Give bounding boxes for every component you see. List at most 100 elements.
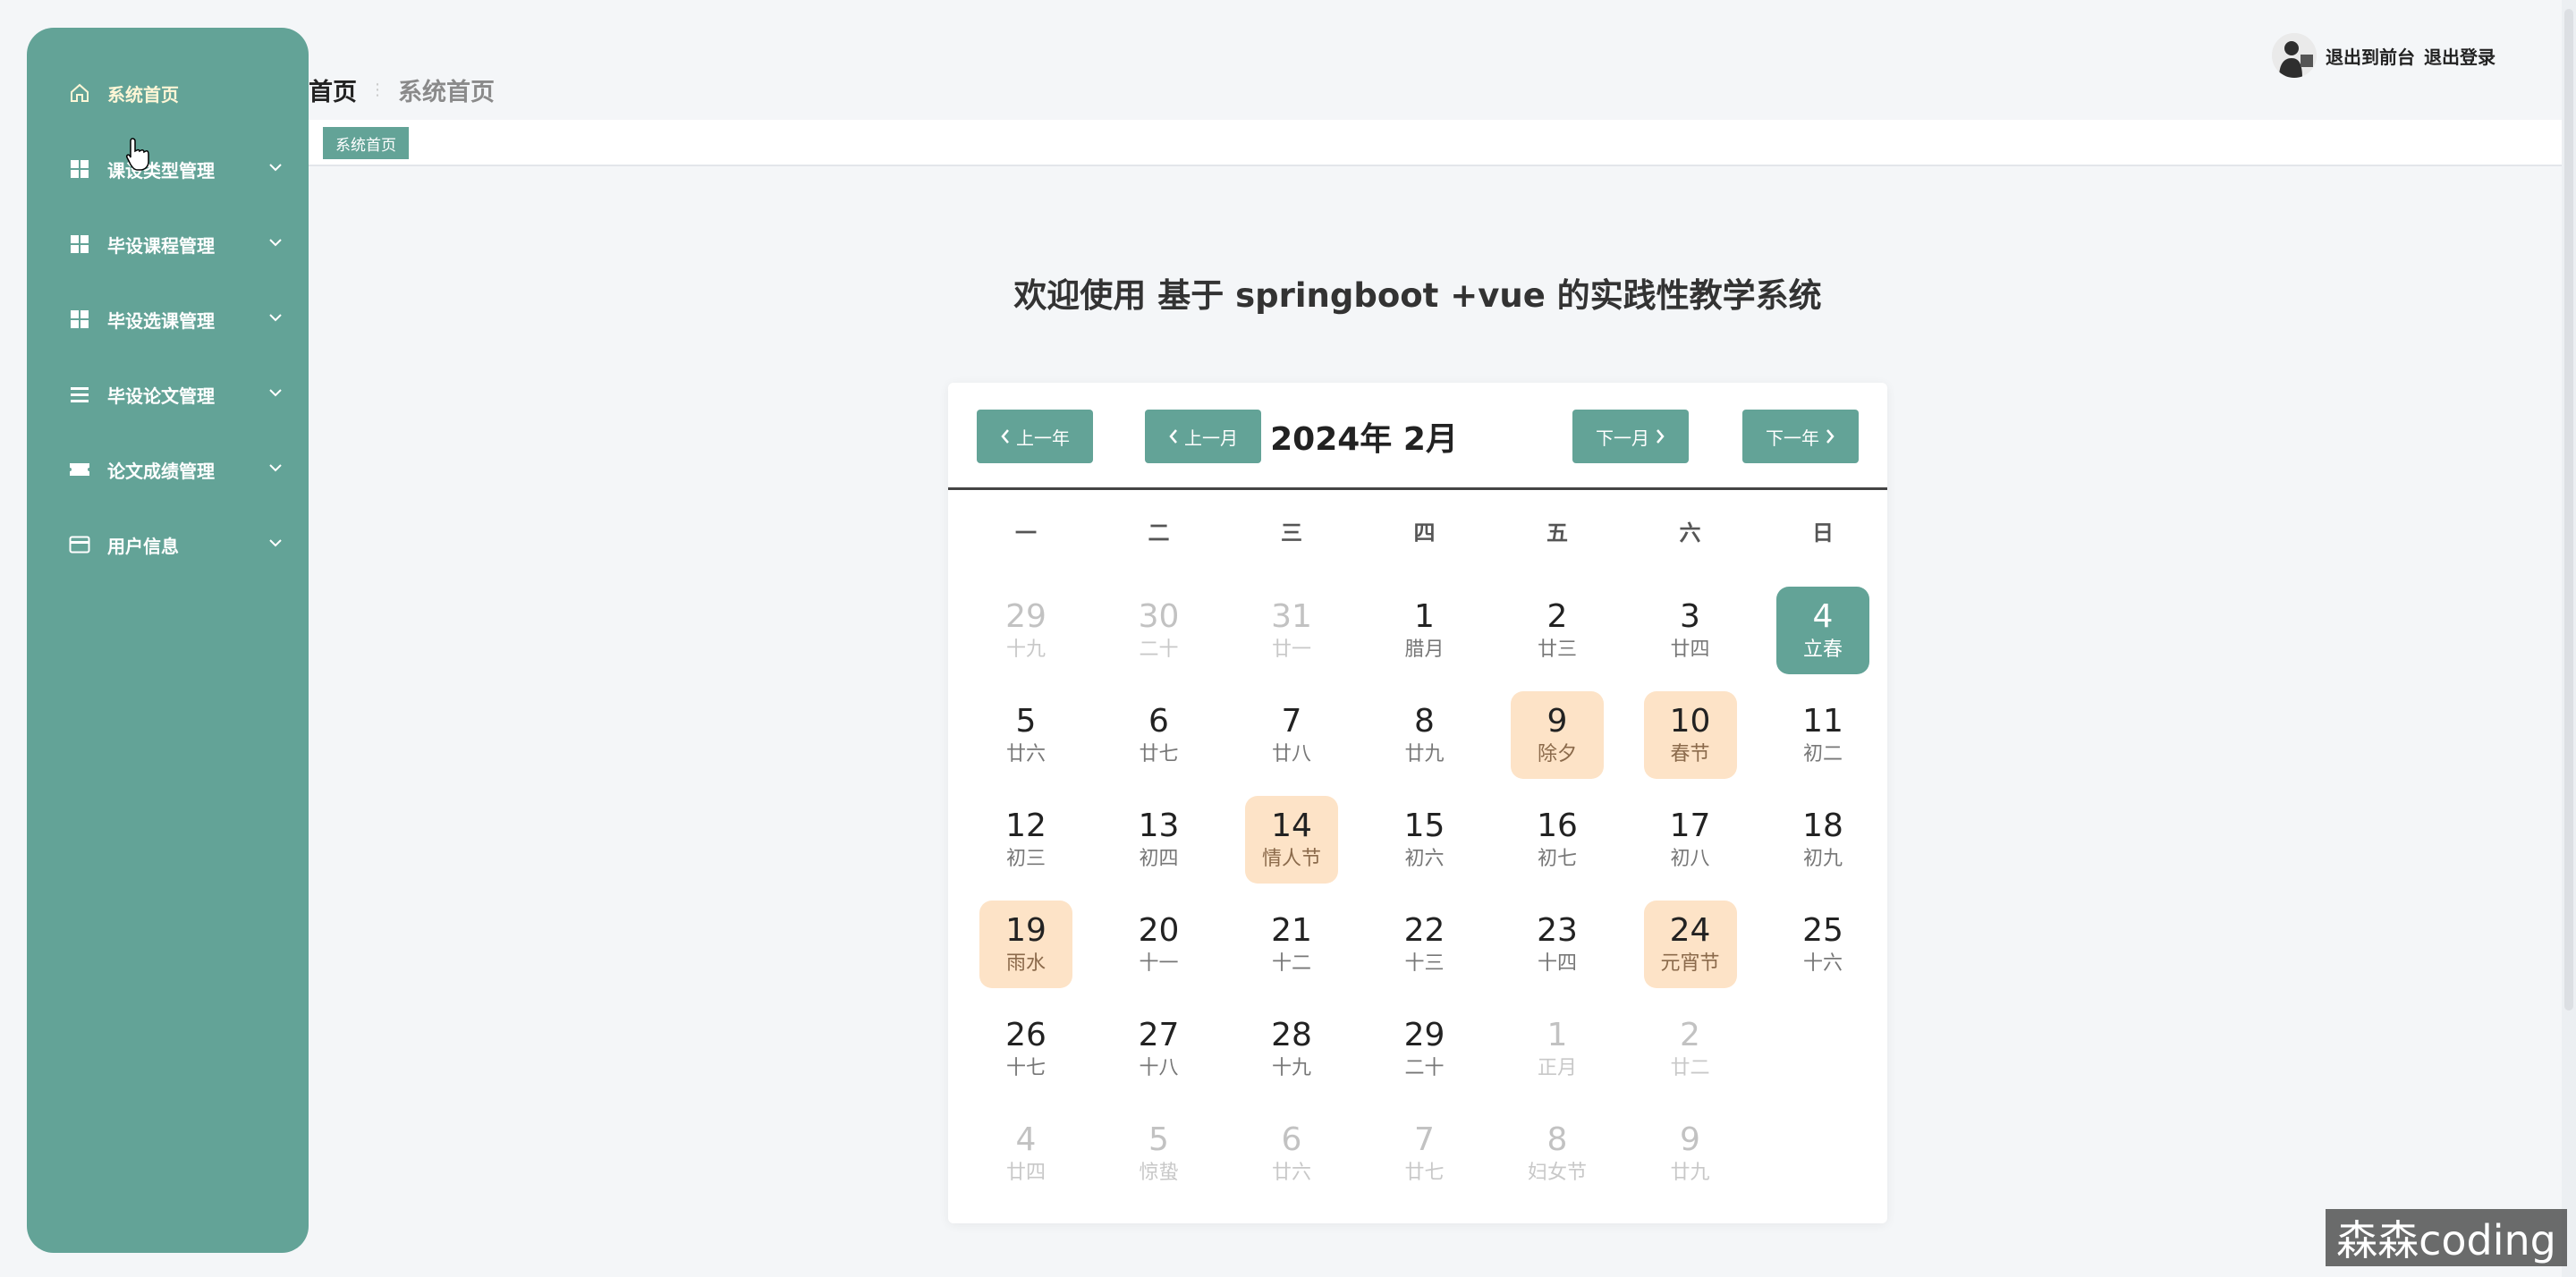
- calendar-day[interactable]: 2 廿三: [1511, 587, 1604, 674]
- calendar-day[interactable]: 5 廿六: [979, 691, 1072, 779]
- sidebar-item-course-selection[interactable]: 毕设选课管理: [27, 292, 309, 346]
- calendar-day[interactable]: 5 惊蛰: [1113, 1110, 1206, 1197]
- day-number: 20: [1138, 912, 1180, 949]
- calendar-day[interactable]: 30 二十: [1113, 587, 1206, 674]
- calendar-day[interactable]: 11 初二: [1776, 691, 1869, 779]
- sidebar-item-label: 毕设选课管理: [107, 309, 215, 332]
- day-number: 6: [1148, 703, 1169, 740]
- weekday-label: 二: [1148, 520, 1170, 545]
- calendar-day-today[interactable]: 4 立春: [1776, 587, 1869, 674]
- scrollbar[interactable]: [2562, 0, 2576, 1277]
- calendar-day[interactable]: 9 除夕: [1511, 691, 1604, 779]
- day-number: 8: [1546, 1121, 1568, 1158]
- calendar-day[interactable]: 28 十九: [1245, 1005, 1338, 1093]
- weekday-label: 日: [1812, 520, 1834, 545]
- hand-cursor-icon: [126, 138, 149, 171]
- day-lunar-label: 腊月: [1404, 638, 1445, 661]
- back-to-frontend-link[interactable]: 退出到前台: [2326, 43, 2415, 69]
- calendar-day[interactable]: 12 初三: [979, 796, 1072, 884]
- calendar-day[interactable]: [1776, 1110, 1869, 1197]
- day-lunar-label: 初六: [1404, 848, 1445, 870]
- day-lunar-label: 十二: [1271, 952, 1311, 975]
- calendar-day[interactable]: 29 十九: [979, 587, 1072, 674]
- tags-bar: 系统首页: [309, 120, 2563, 166]
- sidebar-item-course[interactable]: 毕设课程管理: [27, 217, 309, 271]
- calendar-day[interactable]: 10 春节: [1643, 691, 1737, 779]
- tag-home[interactable]: 系统首页: [323, 127, 409, 159]
- breadcrumb-home[interactable]: 首页: [309, 72, 357, 107]
- calendar-day[interactable]: 29 二十: [1378, 1005, 1471, 1093]
- calendar-day[interactable]: 15 初六: [1378, 796, 1471, 884]
- calendar-day[interactable]: 20 十一: [1113, 901, 1206, 988]
- calendar-day[interactable]: 31 廿一: [1245, 587, 1338, 674]
- chevron-left-icon: [1001, 429, 1009, 444]
- next-year-button[interactable]: 下一年: [1742, 410, 1859, 463]
- weekday-label: 六: [1679, 520, 1701, 545]
- chevron-down-icon: [269, 464, 282, 472]
- chevron-left-icon: [1169, 429, 1177, 444]
- day-lunar-label: 廿一: [1271, 638, 1311, 661]
- day-lunar-label: 初九: [1802, 848, 1843, 870]
- calendar-day[interactable]: 23 十四: [1511, 901, 1604, 988]
- calendar-day[interactable]: 24 元宵节: [1643, 901, 1737, 988]
- sidebar: 系统首页 课设类型管理 毕设课程管理 毕设选课管理 毕设论文管理 论文成绩管理: [27, 28, 309, 1253]
- calendar-day[interactable]: 7 廿七: [1378, 1110, 1471, 1197]
- calendar-day[interactable]: 8 妇女节: [1511, 1110, 1604, 1197]
- day-lunar-label: 十一: [1139, 952, 1179, 975]
- weekday-label: 五: [1546, 520, 1568, 545]
- calendar-day[interactable]: 14 情人节: [1245, 796, 1338, 884]
- sidebar-item-course-type[interactable]: 课设类型管理: [27, 142, 309, 196]
- sidebar-item-label: 论文成绩管理: [107, 460, 215, 482]
- day-number: 10: [1669, 703, 1711, 740]
- day-lunar-label: 初二: [1802, 743, 1843, 765]
- calendar-day[interactable]: 8 廿九: [1378, 691, 1471, 779]
- calendar-day[interactable]: [1776, 1005, 1869, 1093]
- day-lunar-label: 二十: [1404, 1057, 1445, 1079]
- calendar-day[interactable]: 27 十八: [1113, 1005, 1206, 1093]
- day-number: 9: [1680, 1121, 1700, 1158]
- calendar-day[interactable]: 9 廿九: [1644, 1110, 1737, 1197]
- day-lunar-label: 廿九: [1670, 1162, 1710, 1184]
- calendar-day[interactable]: 22 十三: [1378, 901, 1471, 988]
- scrollbar-thumb[interactable]: [2564, 9, 2573, 1011]
- calendar-day[interactable]: 19 雨水: [979, 901, 1072, 988]
- day-lunar-label: 廿八: [1271, 743, 1311, 765]
- calendar-day[interactable]: 6 廿七: [1113, 691, 1206, 779]
- day-number: 14: [1271, 808, 1312, 844]
- calendar-day[interactable]: 4 廿四: [979, 1110, 1072, 1197]
- next-month-button[interactable]: 下一月: [1572, 410, 1689, 463]
- calendar-day[interactable]: 2 廿二: [1644, 1005, 1737, 1093]
- day-lunar-label: 廿七: [1139, 743, 1179, 765]
- day-lunar-label: 十九: [1271, 1057, 1311, 1079]
- breadcrumb-current: 系统首页: [398, 78, 495, 106]
- calendar-day[interactable]: 1 腊月: [1378, 587, 1471, 674]
- chevron-right-icon: [1657, 429, 1665, 444]
- calendar-day[interactable]: 13 初四: [1113, 796, 1206, 884]
- avatar[interactable]: [2272, 33, 2317, 78]
- logout-link[interactable]: 退出登录: [2424, 43, 2496, 69]
- day-number: 25: [1802, 912, 1843, 949]
- calendar-day[interactable]: 3 廿四: [1644, 587, 1737, 674]
- day-number: 29: [1005, 598, 1046, 635]
- calendar-day[interactable]: 16 初七: [1511, 796, 1604, 884]
- sidebar-item-home[interactable]: 系统首页: [27, 66, 309, 120]
- calendar-day[interactable]: 25 十六: [1776, 901, 1869, 988]
- sidebar-item-grades[interactable]: 论文成绩管理: [27, 443, 309, 496]
- sidebar-item-label: 系统首页: [107, 83, 179, 106]
- calendar-day[interactable]: 7 廿八: [1245, 691, 1338, 779]
- calendar-day[interactable]: 17 初八: [1644, 796, 1737, 884]
- user-area: 退出到前台 退出登录: [2272, 30, 2496, 80]
- list-icon: [67, 382, 92, 407]
- calendar-day[interactable]: 26 十七: [979, 1005, 1072, 1093]
- calendar-day[interactable]: 6 廿六: [1245, 1110, 1338, 1197]
- chevron-down-icon: [269, 314, 282, 322]
- sidebar-item-thesis[interactable]: 毕设论文管理: [27, 368, 309, 421]
- sidebar-item-label: 毕设论文管理: [107, 385, 215, 407]
- sidebar-item-user-info[interactable]: 用户信息: [27, 518, 309, 571]
- calendar-day[interactable]: 21 十二: [1245, 901, 1338, 988]
- prev-year-button[interactable]: 上一年: [977, 410, 1093, 463]
- day-number: 12: [1005, 808, 1046, 844]
- chevron-down-icon: [269, 164, 282, 172]
- calendar-day[interactable]: 1 正月: [1511, 1005, 1604, 1093]
- calendar-day[interactable]: 18 初九: [1776, 796, 1869, 884]
